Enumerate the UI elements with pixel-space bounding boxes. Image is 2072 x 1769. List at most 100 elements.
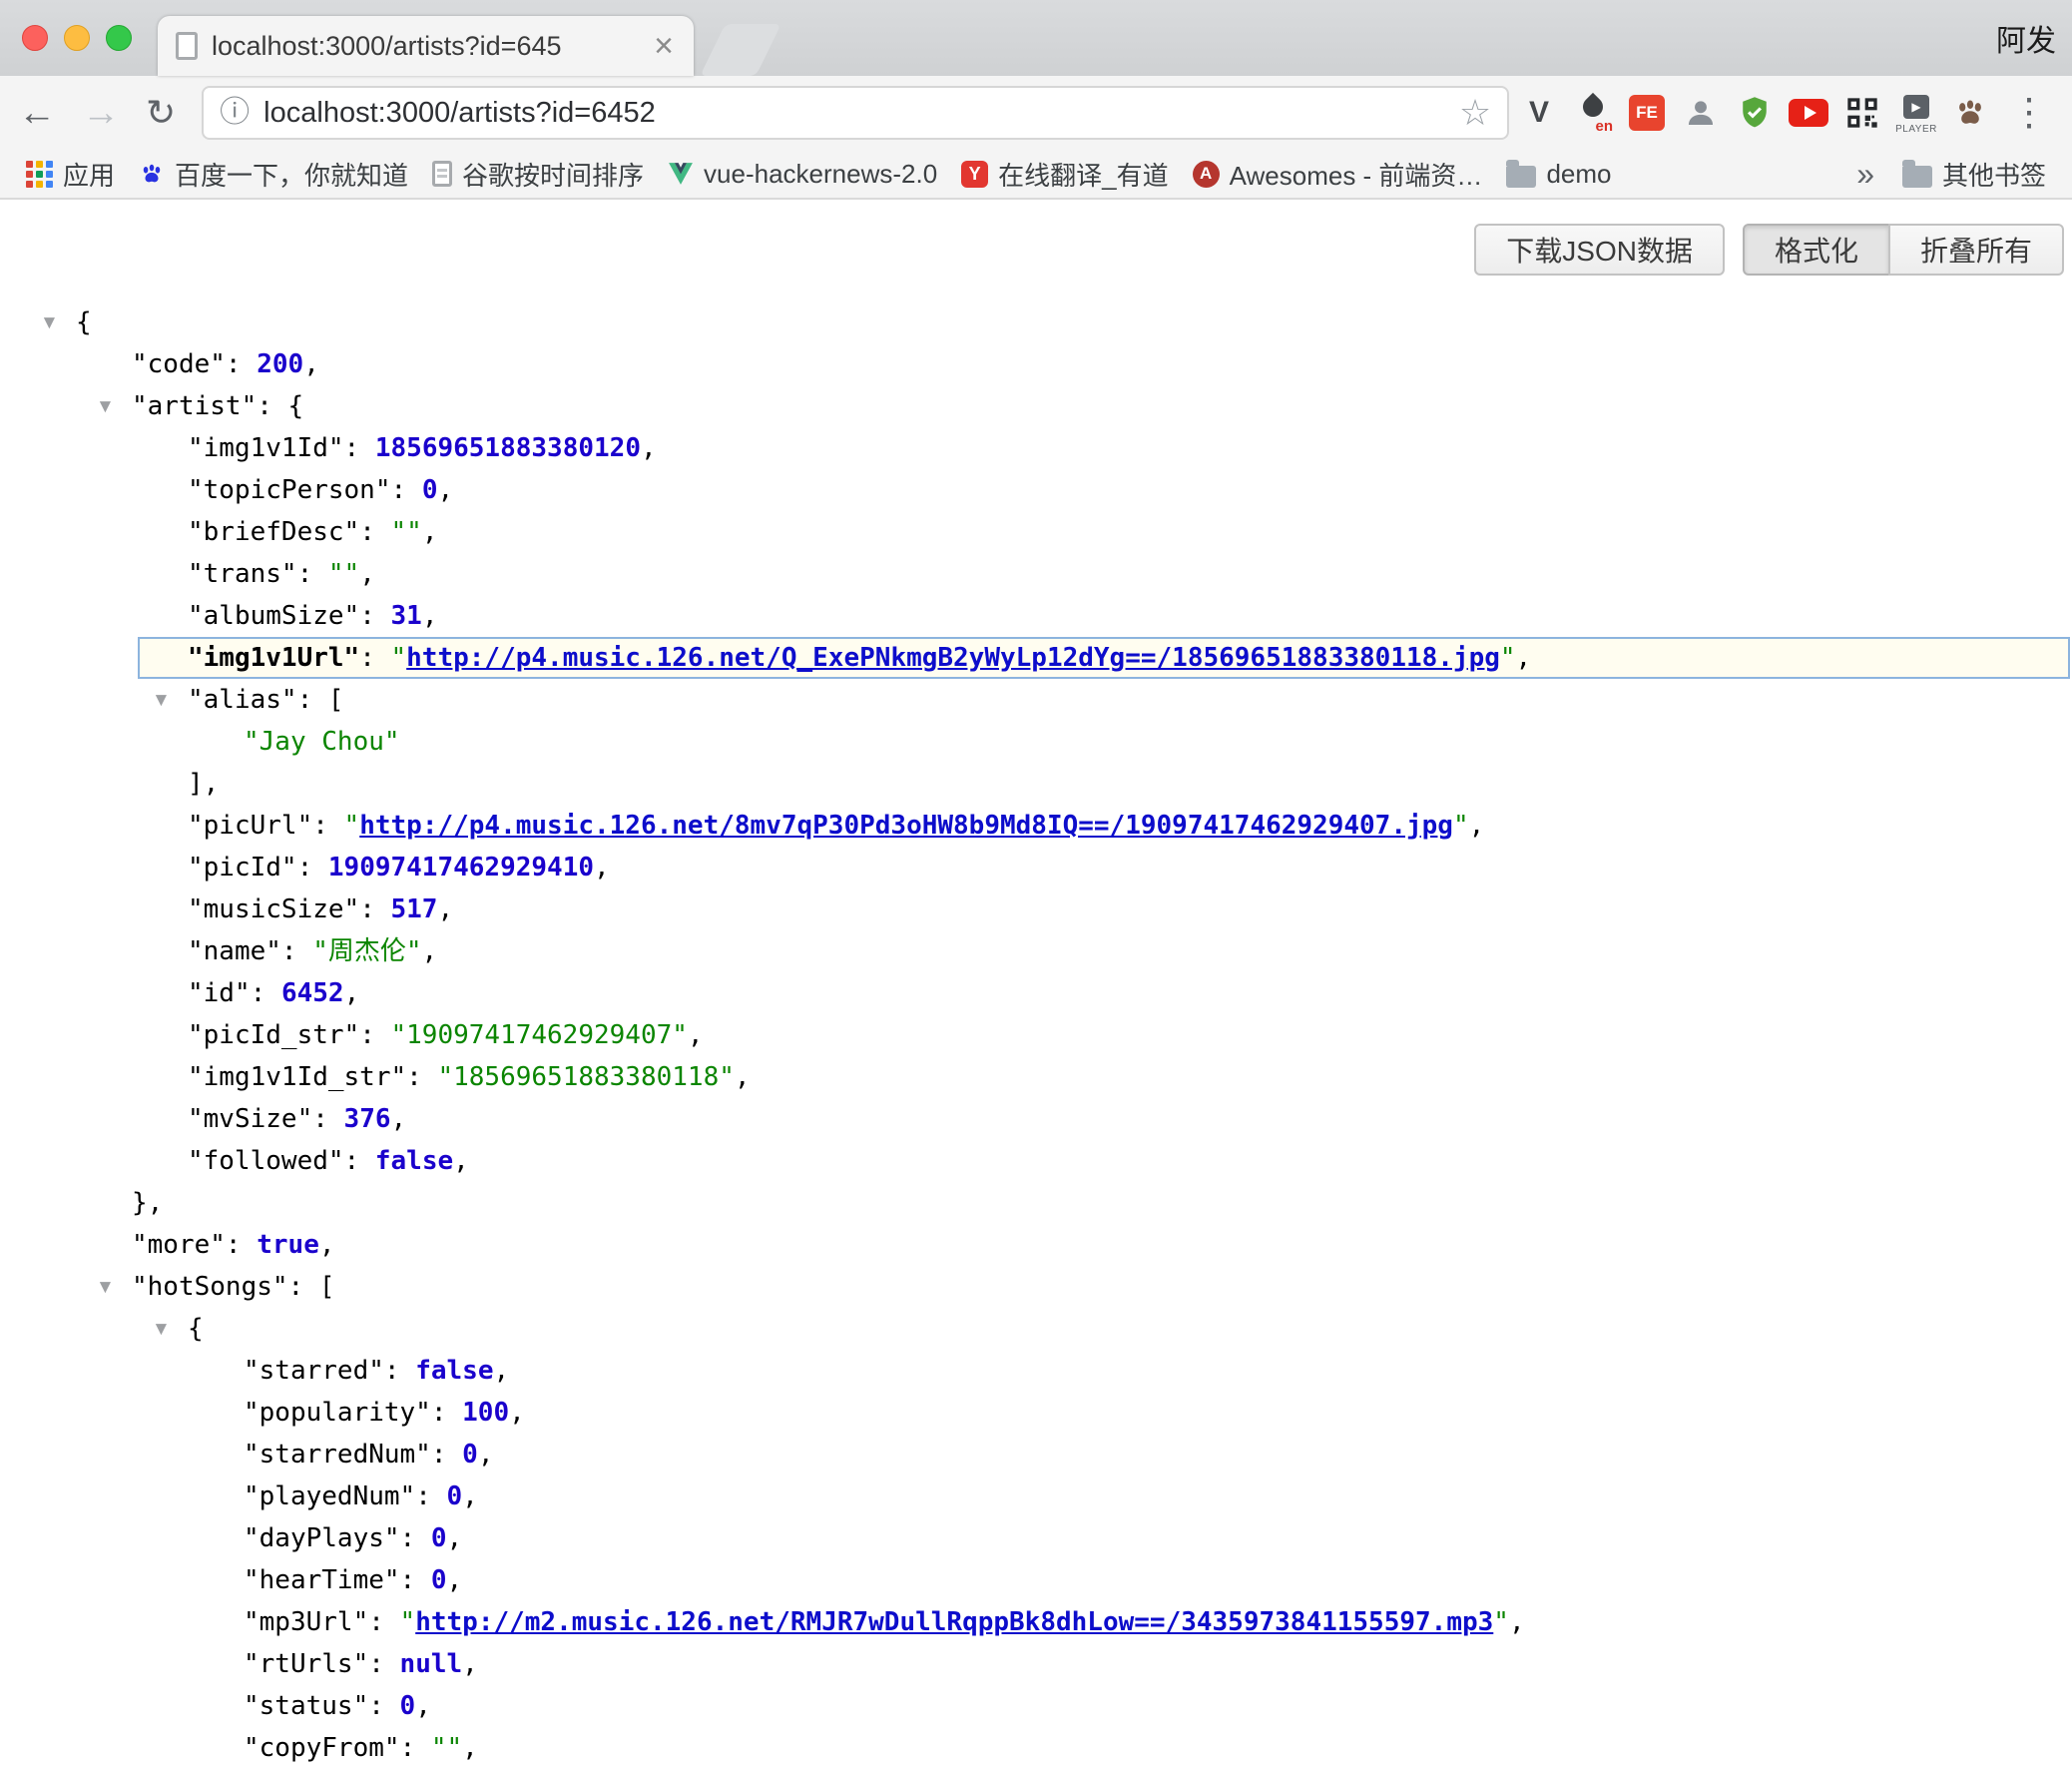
youtube-extension-icon[interactable] [1789, 89, 1828, 137]
json-colon: : [400, 1523, 431, 1553]
json-value: true [257, 1230, 319, 1260]
bookmark-apps[interactable]: 应用 [14, 150, 127, 198]
zoom-window-button[interactable] [106, 25, 132, 51]
json-value: 19097417462929410 [328, 853, 594, 883]
json-key: "trans" [188, 559, 297, 589]
json-line: "img1v1Id": 18569651883380120, [0, 427, 2072, 469]
json-line: ], [0, 763, 2072, 805]
json-link[interactable]: http://p4.music.126.net/Q_ExePNkmgB2yWyL… [406, 643, 1500, 673]
other-bookmarks-folder[interactable]: 其他书签 [1890, 156, 2058, 193]
bookmark-demo-folder[interactable]: demo [1494, 150, 1623, 198]
new-tab-button[interactable] [700, 24, 780, 76]
json-tree: ▼{"code": 200,▼"artist": {"img1v1Id": 18… [0, 301, 2072, 1769]
paw-extension-icon[interactable] [1950, 89, 1990, 137]
json-colon: : [312, 811, 343, 841]
collapse-all-button[interactable]: 折叠所有 [1888, 224, 2064, 276]
minimize-window-button[interactable] [64, 25, 90, 51]
json-line: }, [0, 1182, 2072, 1224]
json-colon: : [368, 1607, 399, 1637]
close-window-button[interactable] [22, 25, 48, 51]
json-string: "" [391, 517, 422, 547]
vue-icon [668, 162, 694, 186]
qr-code-icon [1846, 97, 1878, 129]
json-value: 0 [422, 475, 438, 505]
translate-extension-icon[interactable]: en [1573, 89, 1613, 137]
collapse-arrow[interactable]: ▼ [96, 1267, 132, 1309]
youdao-icon: Y [961, 161, 988, 188]
json-key: "hearTime" [244, 1565, 400, 1595]
url-text[interactable]: localhost:3000/artists?id=6452 [263, 97, 1445, 130]
bookmark-google-sort[interactable]: 谷歌按时间排序 [420, 150, 656, 198]
json-colon: : [359, 894, 390, 924]
json-value: 200 [257, 349, 303, 379]
page-icon [432, 161, 452, 187]
json-line: ▼"hotSongs": [ [0, 1266, 2072, 1308]
json-line: ▼"artist": { [0, 385, 2072, 427]
json-string: "" [328, 559, 359, 589]
json-key: "picId" [188, 853, 297, 883]
json-key: "playedNum" [244, 1481, 415, 1511]
vimium-extension-icon[interactable]: V [1519, 89, 1559, 137]
apps-grid-icon [26, 161, 53, 188]
fe-extension-icon[interactable]: FE [1627, 89, 1667, 137]
profile-name-button[interactable]: 阿发 [1996, 0, 2056, 76]
folder-icon [1902, 166, 1932, 188]
format-collapse-group: 格式化 折叠所有 [1743, 224, 2064, 276]
json-comma: , [422, 936, 438, 966]
bookmarks-overflow-icon[interactable]: » [1840, 156, 1890, 193]
json-link[interactable]: http://m2.music.126.net/RMJR7wDullRqppBk… [415, 1607, 1493, 1637]
json-key: "img1v1Id" [188, 433, 344, 463]
json-colon: : [297, 559, 328, 589]
page-info-icon[interactable]: ⓘ [220, 98, 250, 128]
collapse-arrow[interactable]: ▼ [40, 302, 76, 344]
json-comma: , [509, 1398, 525, 1428]
json-line: "mvSize": 376, [0, 1098, 2072, 1140]
json-value: false [375, 1146, 453, 1176]
json-key: "copyFrom" [244, 1733, 400, 1763]
tab-close-icon[interactable]: × [652, 29, 676, 63]
back-button[interactable]: ← [18, 94, 56, 132]
json-comma: , [422, 517, 438, 547]
browser-menu-icon[interactable]: ⋮ [2004, 94, 2054, 132]
reload-button[interactable]: ↻ [146, 95, 176, 131]
bookmark-youdao-translate[interactable]: Y 在线翻译_有道 [949, 150, 1180, 198]
folder-icon [1506, 166, 1536, 188]
json-line: "img1v1Url": "http://p4.music.126.net/Q_… [138, 637, 2070, 679]
player-extension-icon[interactable]: ▶ PLAYER [1896, 89, 1936, 137]
json-line: "albumSize": 31, [0, 595, 2072, 637]
shield-extension-icon[interactable] [1735, 89, 1775, 137]
bookmark-baidu[interactable]: 百度一下，你就知道 [127, 150, 420, 198]
json-punct: }, [132, 1188, 163, 1218]
download-json-button[interactable]: 下载JSON数据 [1474, 224, 1725, 276]
collapse-arrow[interactable]: ▼ [96, 386, 132, 428]
bookmark-star-icon[interactable]: ☆ [1459, 95, 1491, 131]
browser-tab[interactable]: localhost:3000/artists?id=645 × [158, 16, 694, 76]
collapse-arrow[interactable]: ▼ [152, 1309, 188, 1351]
json-quote: " [400, 1607, 416, 1637]
json-line: "popularity": 100, [0, 1392, 2072, 1434]
json-key: "mp3Url" [244, 1607, 368, 1637]
json-key: "rtUrls" [244, 1649, 368, 1679]
json-punct: { [76, 307, 92, 337]
address-bar[interactable]: ⓘ localhost:3000/artists?id=6452 ☆ [202, 86, 1509, 140]
json-line: "briefDesc": "", [0, 511, 2072, 553]
json-line: "trans": "", [0, 553, 2072, 595]
json-link[interactable]: http://p4.music.126.net/8mv7qP30Pd3oHW8b… [359, 811, 1453, 841]
json-colon: : [406, 1062, 437, 1092]
pen-nib-icon [1579, 93, 1607, 121]
json-comma: , [447, 1565, 463, 1595]
bookmark-vue-hackernews[interactable]: vue-hackernews-2.0 [656, 150, 949, 198]
json-line: "picUrl": "http://p4.music.126.net/8mv7q… [0, 805, 2072, 847]
format-button[interactable]: 格式化 [1743, 224, 1890, 276]
json-comma: , [1516, 643, 1532, 673]
json-comma: , [359, 559, 375, 589]
bookmark-awesomes[interactable]: A Awesomes - 前端资… [1181, 150, 1495, 198]
user-silhouette-extension-icon[interactable] [1681, 89, 1721, 137]
json-actions: 下载JSON数据 格式化 折叠所有 [0, 200, 2072, 276]
json-comma: , [462, 1649, 478, 1679]
bookmarks-bar: 应用 百度一下，你就知道 谷歌按时间排序 vue-hackernews-2.0 … [0, 150, 2072, 200]
json-colon: : [312, 1104, 343, 1134]
qr-code-extension-icon[interactable] [1842, 89, 1882, 137]
json-line: "copyFrom": "", [0, 1727, 2072, 1769]
collapse-arrow[interactable]: ▼ [152, 680, 188, 722]
